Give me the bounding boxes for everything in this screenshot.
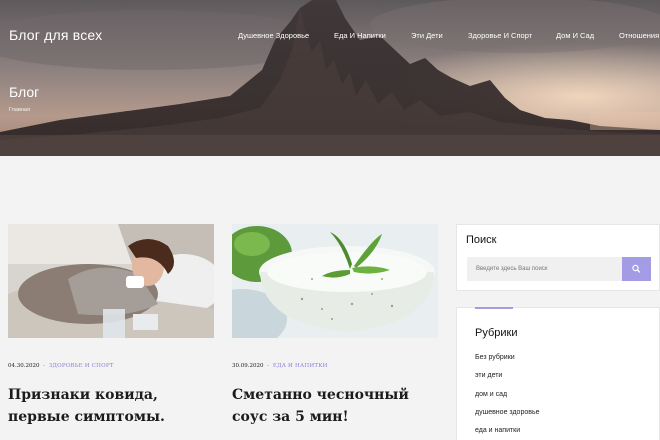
- nav-item-home-garden[interactable]: Дом И Сад: [556, 31, 594, 40]
- nav-item-kids[interactable]: Эти Дети: [411, 31, 443, 40]
- category-link-uncategorized[interactable]: Без рубрики: [475, 353, 540, 371]
- post-meta: 04.30.2020 - Здоровье и спорт: [8, 363, 214, 369]
- category-link-home-garden[interactable]: дом и сад: [475, 390, 540, 408]
- nav-item-health-sport[interactable]: Здоровье И Спорт: [468, 31, 532, 40]
- page-title: Блог: [9, 84, 40, 100]
- breadcrumb[interactable]: Главная: [9, 107, 30, 113]
- nav-item-relationships[interactable]: Отношения: [619, 31, 659, 40]
- meta-separator: -: [267, 363, 270, 369]
- post-meta: 30.09.2020 - Еда и напитки: [232, 363, 438, 369]
- categories-list: Без рубрики эти дети дом и сад душевное …: [475, 353, 540, 440]
- search-icon: [632, 264, 641, 273]
- post-category-link[interactable]: Здоровье и спорт: [49, 363, 114, 369]
- post-image: [8, 224, 214, 338]
- widget-accent-bar: [475, 307, 513, 309]
- category-link-food-drinks[interactable]: еда и напитки: [475, 426, 540, 440]
- hero-banner: Блог для всех Душевное Здоровье Еда И На…: [0, 0, 660, 156]
- categories-widget-title: Рубрики: [475, 327, 518, 339]
- meta-separator: -: [43, 363, 46, 369]
- post-date[interactable]: 30.09.2020: [232, 363, 264, 369]
- page: Блог для всех Душевное Здоровье Еда И На…: [0, 0, 660, 440]
- post-category-link[interactable]: Еда и напитки: [273, 363, 328, 369]
- post-card: 30.09.2020 - Еда и напитки Сметанно чесн…: [232, 224, 438, 428]
- search-widget-title: Поиск: [466, 234, 497, 246]
- post-thumbnail-sauce[interactable]: [232, 224, 438, 338]
- post-date[interactable]: 04.30.2020: [8, 363, 40, 369]
- search-button[interactable]: [622, 257, 651, 281]
- nav-item-mental-health[interactable]: Душевное Здоровье: [238, 31, 309, 40]
- nav-item-food-drinks[interactable]: Еда И Напитки: [334, 31, 386, 40]
- search-widget: Поиск Введите здесь Ваш поиск: [456, 224, 660, 291]
- post-image: [232, 224, 438, 338]
- post-title[interactable]: Признаки ковида, первые симптомы.: [8, 384, 214, 428]
- category-link-mental-health[interactable]: душевное здоровье: [475, 408, 540, 426]
- categories-widget: Рубрики Без рубрики эти дети дом и сад д…: [456, 307, 660, 440]
- mountain-background-image: [0, 0, 660, 156]
- post-card: 04.30.2020 - Здоровье и спорт Признаки к…: [8, 224, 214, 428]
- category-link-kids[interactable]: эти дети: [475, 371, 540, 389]
- search-input[interactable]: Введите здесь Ваш поиск: [467, 257, 622, 281]
- post-thumbnail-sick-woman[interactable]: [8, 224, 214, 338]
- main-navigation: Душевное Здоровье Еда И Напитки Эти Дети…: [0, 31, 660, 43]
- post-title[interactable]: Сметанно чесночный соус за 5 мин!: [232, 384, 438, 428]
